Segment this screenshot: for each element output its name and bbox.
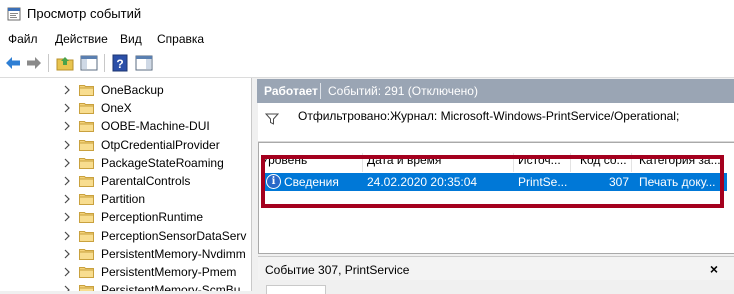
tree-item[interactable]: PersistentMemory-Pmem (0, 263, 251, 281)
tree-item[interactable]: OneX (0, 99, 251, 117)
toolbar: ? (0, 49, 734, 78)
log-header: Работает Событий: 291 (Отключено) (257, 79, 734, 103)
panel-icon[interactable] (135, 54, 153, 72)
log-status-title: Работает (264, 84, 318, 98)
chevron-right-icon[interactable] (62, 192, 72, 206)
tree-item-label: Partition (101, 192, 146, 207)
forward-icon[interactable] (25, 54, 43, 72)
tree-item-label: PerceptionRuntime (101, 210, 204, 225)
folder-icon (79, 176, 94, 187)
tree-item[interactable]: PackageStateRoaming (0, 154, 251, 172)
folder-icon (79, 85, 94, 96)
chevron-right-icon[interactable] (62, 83, 72, 97)
folder-icon (79, 285, 94, 291)
folder-icon (79, 121, 94, 133)
folder-icon (79, 103, 94, 115)
tree-item-label: OOBE-Machine-DUI (101, 119, 210, 134)
tree-item[interactable]: OneBackup (0, 81, 251, 99)
tree-item-label: ParentalControls (101, 174, 191, 188)
menu-view[interactable]: Вид (120, 32, 142, 46)
column-datetime[interactable]: Дата и время (367, 153, 512, 171)
table-row[interactable]: i Сведения 24.02.2020 20:35:04 PrintSe..… (261, 173, 727, 191)
column-divider (513, 153, 514, 172)
folder-icon (79, 157, 94, 169)
tree-item[interactable]: PersistentMemory-Nvdimm (0, 245, 251, 263)
chevron-right-icon[interactable] (62, 101, 72, 115)
chevron-right-icon[interactable] (62, 247, 72, 261)
event-viewer-icon (7, 7, 21, 21)
log-tree: OneBackup OneX OOBE-Machine-DUI OtpCredenti… (0, 78, 252, 291)
tree-item-label: PackageStateRoaming (101, 155, 224, 170)
cell-datetime: 24.02.2020 20:35:04 (367, 175, 478, 189)
menu-help[interactable]: Справка (157, 32, 204, 46)
window-title: Просмотр событий (27, 6, 142, 21)
back-icon[interactable] (4, 54, 22, 72)
filter-description: Отфильтровано:Журнал: Microsoft-Windows-… (298, 109, 680, 123)
tree-item-label: PerceptionSensorDataServ (101, 228, 247, 243)
menu-action[interactable]: Действие (55, 32, 108, 46)
chevron-right-icon[interactable] (62, 283, 72, 291)
chevron-right-icon[interactable] (62, 119, 72, 133)
info-icon: i (266, 174, 281, 189)
column-level[interactable]: Уровень (261, 153, 361, 171)
column-divider (362, 153, 363, 172)
folder-icon (79, 194, 94, 206)
details-tab-strip (258, 280, 734, 294)
chevron-right-icon[interactable] (62, 265, 72, 279)
column-category[interactable]: Категория за... (639, 153, 729, 171)
toolbar-separator (48, 54, 49, 72)
chevron-right-icon[interactable] (62, 174, 72, 188)
column-divider (631, 153, 632, 172)
header-divider (320, 83, 321, 99)
menu-file[interactable]: Файл (8, 32, 38, 46)
column-event-code[interactable]: Код со... (580, 153, 628, 171)
tree-item[interactable]: PersistentMemory-ScmBu (0, 281, 251, 291)
column-source[interactable]: Источ... (518, 153, 568, 171)
event-details-title: Событие 307, PrintService (265, 263, 410, 277)
events-grid: Уровень Дата и время Источ... Код со... … (258, 142, 734, 254)
tree-item-label: OneBackup (101, 83, 164, 97)
tree-item-label: PersistentMemory-Nvdimm (101, 246, 246, 261)
tab-general[interactable] (266, 285, 326, 294)
folder-icon (79, 267, 94, 278)
help-icon[interactable]: ? (111, 54, 129, 72)
svg-text:?: ? (116, 57, 123, 71)
folder-icon (79, 230, 94, 242)
tree-item[interactable]: PerceptionSensorDataServ (0, 227, 251, 245)
title-bar: Просмотр событий (0, 0, 734, 30)
tree-item-label: OneX (101, 101, 132, 116)
tree-item-label: PersistentMemory-Pmem (101, 265, 237, 279)
chevron-right-icon[interactable] (62, 138, 72, 152)
menu-bar: Файл Действие Вид Справка (0, 29, 734, 49)
chevron-right-icon[interactable] (62, 210, 72, 224)
cell-event-code: 307 (608, 175, 629, 189)
cell-source: PrintSe... (518, 175, 568, 189)
tree-item-label: PersistentMemory-ScmBu (101, 283, 241, 291)
tree-item[interactable]: ParentalControls (0, 172, 251, 190)
event-count: Событий: 291 (Отключено) (328, 84, 478, 98)
folder-icon (79, 139, 94, 151)
pane-splitter[interactable] (252, 78, 257, 291)
tree-item[interactable]: PerceptionRuntime (0, 208, 251, 226)
column-divider (570, 153, 571, 172)
pane-icon[interactable] (80, 54, 98, 72)
folder-up-icon[interactable] (56, 54, 74, 72)
folder-icon (79, 248, 94, 260)
toolbar-separator (104, 54, 105, 72)
cell-level: Сведения (284, 175, 339, 189)
cell-category: Печать доку... (639, 175, 716, 189)
chevron-right-icon[interactable] (62, 156, 72, 170)
event-details-header: Событие 307, PrintService × (258, 256, 734, 281)
tree-item[interactable]: Partition (0, 190, 251, 208)
close-icon[interactable]: × (710, 261, 718, 277)
chevron-right-icon[interactable] (62, 229, 72, 243)
tree-item[interactable]: OOBE-Machine-DUI (0, 117, 251, 135)
tree-item[interactable]: OtpCredentialProvider (0, 136, 251, 154)
tree-item-label: OtpCredentialProvider (101, 137, 220, 152)
filter-icon (265, 113, 279, 125)
folder-icon (79, 212, 94, 224)
filter-bar: Отфильтровано:Журнал: Microsoft-Windows-… (258, 103, 734, 142)
